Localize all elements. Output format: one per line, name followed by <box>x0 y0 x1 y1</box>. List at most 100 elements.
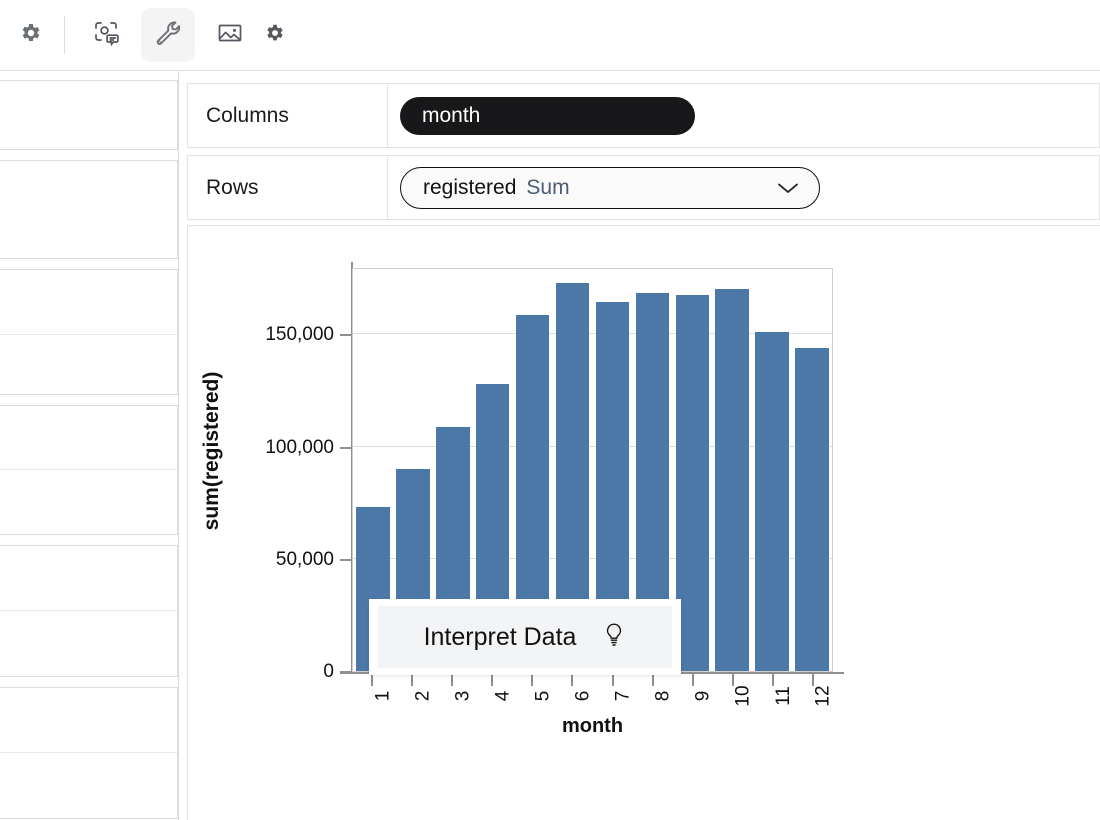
x-axis-tick-label: 12 <box>813 685 835 706</box>
x-axis-tick-label: 6 <box>572 691 594 702</box>
bar[interactable] <box>755 332 789 671</box>
left-sidebar <box>0 71 178 820</box>
x-axis-tick-label: 4 <box>492 691 514 702</box>
sidebar-panel-row[interactable] <box>0 753 177 818</box>
sidebar-panel-group <box>0 545 178 677</box>
interpret-data-overlay: Interpret Data <box>369 599 681 675</box>
x-axis-tick <box>673 674 713 688</box>
sidebar-panel-row[interactable] <box>0 161 177 258</box>
x-axis-tick <box>432 674 472 688</box>
x-axis-tick <box>592 674 632 688</box>
scan-comment-icon <box>90 17 122 54</box>
rows-shelf: Rows registered Sum <box>187 155 1100 220</box>
shelf-area: Columns month Rows registered Sum <box>187 83 1100 227</box>
sidebar-panel-group <box>0 687 178 819</box>
x-axis-tick-mark <box>531 674 533 686</box>
x-axis-tick-mark <box>491 674 493 686</box>
y-axis-tick-label: 50,000 <box>276 549 334 571</box>
x-axis-tick-mark <box>652 674 654 686</box>
x-axis-tick-label: 2 <box>412 691 434 702</box>
sidebar-panel-row[interactable] <box>0 406 177 470</box>
x-axis-tick <box>392 674 432 688</box>
columns-shelf: Columns month <box>187 83 1100 148</box>
chart-stage: sum(registered) 050,000100,000150,000 12… <box>188 226 1100 820</box>
x-axis-tick <box>472 674 512 688</box>
columns-shelf-field-area[interactable]: month <box>388 84 1099 147</box>
chart-panel: sum(registered) 050,000100,000150,000 12… <box>187 225 1100 820</box>
sidebar-panel-row[interactable] <box>0 270 177 335</box>
image-icon <box>216 19 244 52</box>
x-axis-tick <box>352 674 392 688</box>
x-axis-tick-label: 8 <box>653 691 675 702</box>
x-axis-tick-label: 1 <box>372 691 394 702</box>
x-axis-tick-mark <box>772 674 774 686</box>
sidebar-panel-row[interactable] <box>0 81 177 149</box>
sidebar-panel-row[interactable] <box>0 546 177 611</box>
y-axis-tick-label: 0 <box>323 661 334 683</box>
sidebar-panel-group <box>0 160 178 259</box>
sidebar-panel-row[interactable] <box>0 470 177 534</box>
field-pill-month[interactable]: month <box>400 97 695 135</box>
y-axis-tick-label: 150,000 <box>265 324 334 346</box>
x-axis-tick-mark <box>571 674 573 686</box>
x-axis-tick-label: 3 <box>452 691 474 702</box>
columns-shelf-label: Columns <box>188 84 388 147</box>
field-pill-registered-label: registered <box>423 176 516 199</box>
x-axis-tick <box>633 674 673 688</box>
bar-cell <box>752 269 792 671</box>
field-pill-registered-aggregate: Sum <box>526 176 569 199</box>
x-axis-tick-mark <box>812 674 814 686</box>
x-axis-tick-label: 9 <box>693 691 715 702</box>
y-axis-tick-label: 100,000 <box>265 437 334 459</box>
bar[interactable] <box>715 289 749 671</box>
sidebar-panel-group <box>0 80 178 150</box>
lightbulb-icon <box>602 621 626 654</box>
x-axis-tick-mark <box>451 674 453 686</box>
field-pill-registered-text: registered Sum <box>423 176 570 200</box>
x-axis-tick-label: 7 <box>613 691 635 702</box>
sidebar-panel-row[interactable] <box>0 335 177 394</box>
bar-cell <box>712 269 752 671</box>
settings-gear-left-button[interactable] <box>4 8 58 62</box>
sidebar-panel-group <box>0 405 178 535</box>
sidebar-panel-row[interactable] <box>0 688 177 753</box>
x-axis-tick-label: 10 <box>733 685 755 706</box>
top-toolbar <box>0 0 1100 71</box>
sidebar-divider <box>178 71 179 820</box>
x-axis-tick-label: 5 <box>532 691 554 702</box>
x-axis-ticks <box>352 674 833 688</box>
sidebar-panel-row[interactable] <box>0 611 177 676</box>
app-root: Columns month Rows registered Sum <box>0 0 1100 820</box>
x-axis-tick <box>512 674 552 688</box>
interpret-data-button[interactable]: Interpret Data <box>378 606 672 668</box>
y-axis-tick-mark <box>340 447 351 449</box>
rows-shelf-label: Rows <box>188 156 388 219</box>
bar[interactable] <box>795 348 829 671</box>
bar-cell <box>792 269 832 671</box>
gear-icon <box>264 22 286 49</box>
x-axis-tick-label: 11 <box>773 686 795 706</box>
x-axis-title: month <box>352 715 833 738</box>
x-axis-tick-mark <box>612 674 614 686</box>
tools-button[interactable] <box>141 8 195 62</box>
image-button[interactable] <box>203 8 257 62</box>
x-axis-tick-mark <box>411 674 413 686</box>
explain-data-button[interactable] <box>79 8 133 62</box>
interpret-data-label: Interpret Data <box>424 623 577 652</box>
chevron-down-icon[interactable] <box>775 180 801 196</box>
settings-gear-right-button[interactable] <box>255 8 295 62</box>
field-pill-registered[interactable]: registered Sum <box>400 167 820 209</box>
y-axis-tick-mark <box>340 334 351 336</box>
x-axis-tick-mark <box>371 674 373 686</box>
y-axis-tick-mark <box>340 559 351 561</box>
rows-shelf-field-area[interactable]: registered Sum <box>388 156 1099 219</box>
toolbar-divider <box>64 16 65 54</box>
gear-icon <box>19 21 43 50</box>
field-pill-month-label: month <box>422 104 480 128</box>
wrench-icon <box>153 18 183 53</box>
x-axis-tick-mark <box>732 674 734 686</box>
x-axis-tick-mark <box>692 674 694 686</box>
x-axis-tick <box>552 674 592 688</box>
y-axis-labels: 0 50,000 100,000 150,000 <box>188 226 348 696</box>
sidebar-panel-group <box>0 269 178 395</box>
